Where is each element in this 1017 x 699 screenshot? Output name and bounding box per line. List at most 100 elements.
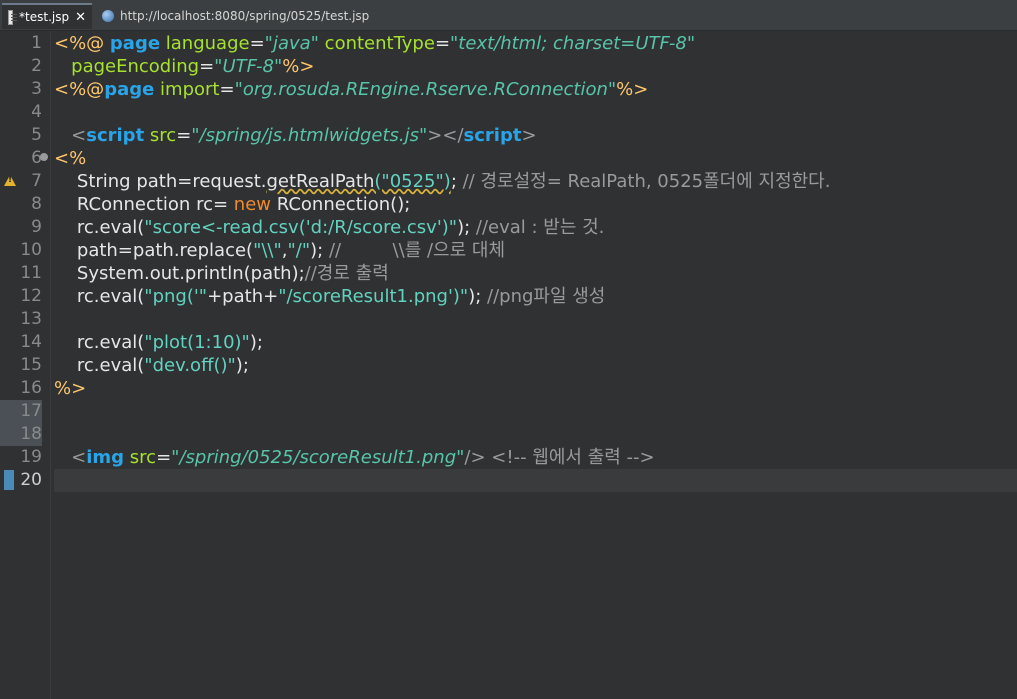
code-line-6[interactable]: <% <box>54 147 1017 170</box>
code-token: ); <box>249 332 263 353</box>
code-token: "text/html; charset=UTF-8" <box>450 33 696 54</box>
code-token: "org.rosuda.REngine.Rserve.RConnection" <box>234 79 617 100</box>
warning-icon[interactable] <box>4 175 16 186</box>
code-token: ); <box>457 217 476 238</box>
jsp-file-icon <box>8 9 18 25</box>
code-token: < <box>54 447 87 468</box>
line-number: 16 <box>20 378 42 398</box>
code-token: new <box>233 194 271 215</box>
code-token: path=path.replace( <box>54 240 254 261</box>
tab-label: *test.jsp <box>19 10 70 24</box>
code-line-1[interactable]: <%@ page language="java" contentType="te… <box>54 32 1017 55</box>
code-token: = <box>249 33 265 54</box>
editor-tab-bar: *test.jsp ✕ http://localhost:8080/spring… <box>0 0 1017 31</box>
line-number: 9 <box>31 217 42 237</box>
code-line-11[interactable]: System.out.println(path);//경로 출력 <box>54 262 1017 285</box>
line-number: 11 <box>20 263 42 283</box>
code-token: %> <box>54 378 87 399</box>
code-line-5[interactable]: <script src="/spring/js.htmlwidgets.js">… <box>54 124 1017 147</box>
code-token: <!-- 웹에서 출력 --> <box>485 447 655 468</box>
code-token: "plot(1:10)" <box>144 332 250 353</box>
code-token: rc.eval( <box>54 217 145 238</box>
code-token: //png파일 생성 <box>487 286 606 307</box>
code-token: = <box>176 125 192 146</box>
code-token: = <box>219 79 235 100</box>
code-token: pageEncoding <box>54 56 200 77</box>
line-number: 4 <box>31 102 42 122</box>
code-token: > <box>521 125 537 146</box>
code-token: import <box>154 79 220 100</box>
code-token: %> <box>282 56 315 77</box>
code-token: +path+ <box>207 286 279 307</box>
code-token: script <box>463 125 522 146</box>
tab-browser-preview[interactable]: http://localhost:8080/spring/0525/test.j… <box>96 3 396 29</box>
line-number: 1 <box>31 33 42 53</box>
code-token: ("0525") <box>374 171 451 192</box>
code-token: <%@ <box>54 33 110 54</box>
code-line-12[interactable]: rc.eval("png('"+path+"/scoreResult1.png'… <box>54 285 1017 308</box>
code-line-17[interactable] <box>54 400 1017 423</box>
code-line-14[interactable]: rc.eval("plot(1:10)"); <box>54 331 1017 354</box>
line-number: 13 <box>20 309 42 329</box>
code-token: "UTF-8" <box>214 56 283 77</box>
code-token: = <box>156 447 172 468</box>
code-line-15[interactable]: rc.eval("dev.off()"); <box>54 354 1017 377</box>
code-token: <% <box>54 148 87 169</box>
code-token: page <box>104 79 155 100</box>
code-line-4[interactable] <box>54 101 1017 124</box>
code-token: //eval : 받는 것. <box>475 217 605 238</box>
code-editor[interactable]: 1 2 3 4 5 6 7 8 9 10 11 12 13 14 15 16 1… <box>0 31 1017 699</box>
line-number: 14 <box>20 332 42 352</box>
code-token: <%@ <box>54 79 105 100</box>
code-line-2[interactable]: pageEncoding="UTF-8"%> <box>54 55 1017 78</box>
code-token: = <box>199 56 215 77</box>
code-token: ></ <box>427 125 464 146</box>
code-token: "java" <box>264 33 319 54</box>
code-token: //경로 출력 <box>304 263 389 284</box>
code-line-13[interactable] <box>54 308 1017 331</box>
code-token: img <box>86 447 125 468</box>
line-number: 20 <box>20 470 42 490</box>
code-token: ); <box>468 286 488 307</box>
fold-collapse-icon[interactable] <box>40 153 48 161</box>
code-token: "/spring/js.htmlwidgets.js" <box>191 125 428 146</box>
code-token: "score<-read.csv('d:/R/score.csv')" <box>144 217 458 238</box>
code-line-20[interactable] <box>54 469 1017 492</box>
code-line-8[interactable]: RConnection rc= new RConnection(); <box>54 193 1017 216</box>
tab-label: http://localhost:8080/spring/0525/test.j… <box>120 9 370 23</box>
code-token: // \\를 /으로 대체 <box>328 240 505 261</box>
line-number: 19 <box>20 447 42 467</box>
tab-test-jsp[interactable]: *test.jsp ✕ <box>2 3 92 29</box>
code-token: = <box>434 33 451 54</box>
code-line-7[interactable]: String path=request.getRealPath("0525");… <box>54 170 1017 193</box>
code-token: < <box>54 125 87 146</box>
code-line-10[interactable]: path=path.replace("\\","/"); // \\를 /으로 … <box>54 239 1017 262</box>
code-line-19[interactable]: <img src="/spring/0525/scoreResult1.png"… <box>54 446 1017 469</box>
code-token: rc.eval( <box>54 286 145 307</box>
code-line-18[interactable] <box>54 423 1017 446</box>
code-line-9[interactable]: rc.eval("score<-read.csv('d:/R/score.csv… <box>54 216 1017 239</box>
code-token: System.out.println(path); <box>54 263 305 284</box>
code-token: "dev.off()" <box>144 355 236 376</box>
code-line-3[interactable]: <%@page import="org.rosuda.REngine.Rserv… <box>54 78 1017 101</box>
code-token: contentType <box>318 33 435 54</box>
line-number: 6 <box>31 148 42 168</box>
code-token: RConnection(); <box>271 194 411 215</box>
code-line-16[interactable]: %> <box>54 377 1017 400</box>
code-token: ); <box>235 355 249 376</box>
line-number: 12 <box>20 286 42 306</box>
code-token: ); <box>310 240 329 261</box>
code-token: String path=request. <box>54 171 267 192</box>
line-number: 17 <box>0 400 42 423</box>
code-token: "\\" <box>253 240 282 261</box>
code-token: "/scoreResult1.png')" <box>278 286 469 307</box>
code-token: RConnection rc= <box>54 194 234 215</box>
code-token: /> <box>464 447 486 468</box>
code-token: src <box>124 447 157 468</box>
line-number: 10 <box>20 240 42 260</box>
line-number: 8 <box>31 194 42 214</box>
close-icon[interactable]: ✕ <box>75 10 86 25</box>
line-number: 15 <box>20 355 42 375</box>
line-number: 18 <box>0 423 42 446</box>
code-token: script <box>86 125 145 146</box>
